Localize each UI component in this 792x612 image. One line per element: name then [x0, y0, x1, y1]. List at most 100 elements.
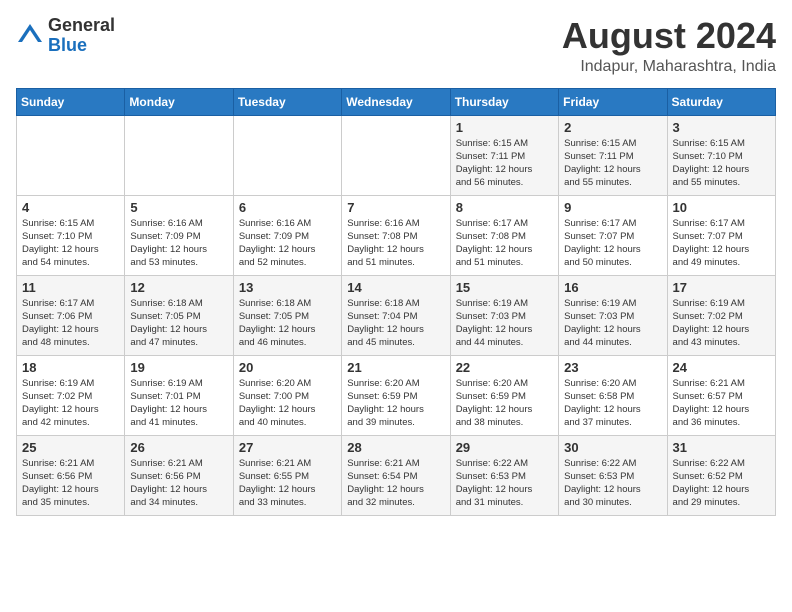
day-info: Sunrise: 6:17 AM Sunset: 7:08 PM Dayligh…: [456, 217, 553, 270]
day-info: Sunrise: 6:18 AM Sunset: 7:04 PM Dayligh…: [347, 297, 444, 350]
day-cell-11: 8Sunrise: 6:17 AM Sunset: 7:08 PM Daylig…: [450, 195, 558, 275]
logo: General Blue: [16, 16, 115, 56]
day-cell-23: 20 Sunrise: 6:20 AM Sunset: 7:00 PM Dayli…: [233, 355, 341, 435]
day-cell-22: 19 Sunrise: 6:19 AM Sunset: 7:01 PM Dayli…: [125, 355, 233, 435]
day-info: Sunrise: 6:19 AM Sunset: 7:03 PM Dayligh…: [456, 297, 553, 350]
day-cell-0: [17, 115, 125, 195]
day-info: Sunrise: 6:17 AM Sunset: 7:07 PM Dayligh…: [564, 217, 661, 270]
day-info: Sunrise: 6:19 AM Sunset: 7:03 PM Dayligh…: [564, 297, 661, 350]
day-info: Sunrise: 6:22 AM Sunset: 6:53 PM Dayligh…: [456, 457, 553, 510]
day-number: 11: [22, 280, 119, 295]
header-sunday: Sunday: [17, 88, 125, 115]
day-number: 17: [673, 280, 770, 295]
day-info: Sunrise: 6:19 AM Sunset: 7:01 PM Dayligh…: [130, 377, 227, 430]
day-info: Sunrise: 6:16 AM Sunset: 7:09 PM Dayligh…: [239, 217, 336, 270]
day-info: Sunrise: 6:15 AM Sunset: 7:10 PM Dayligh…: [22, 217, 119, 270]
day-number: 3: [673, 120, 770, 135]
day-info: Sunrise: 6:18 AM Sunset: 7:05 PM Dayligh…: [239, 297, 336, 350]
day-cell-8: 5 Sunrise: 6:16 AM Sunset: 7:09 PM Daylig…: [125, 195, 233, 275]
day-cell-14: 11 Sunrise: 6:17 AM Sunset: 7:06 PM Dayli…: [17, 275, 125, 355]
day-number: 1: [456, 120, 553, 135]
day-number: 13: [239, 280, 336, 295]
logo-text: General Blue: [48, 16, 115, 56]
day-cell-4: 1 Sunrise: 6:15 AM Sunset: 7:11 PM Daylig…: [450, 115, 558, 195]
day-number: 27: [239, 440, 336, 455]
logo-icon: [16, 22, 44, 50]
title-block: August 2024 Indapur, Maharashtra, India: [562, 16, 776, 76]
day-cell-24: 21Sunrise: 6:20 AM Sunset: 6:59 PM Dayli…: [342, 355, 450, 435]
day-number: 20: [239, 360, 336, 375]
day-number: 18: [22, 360, 119, 375]
week-row-5: 25Sunrise: 6:21 AM Sunset: 6:56 PM Dayli…: [17, 435, 776, 515]
day-info: Sunrise: 6:21 AM Sunset: 6:57 PM Dayligh…: [673, 377, 770, 430]
day-number: 23: [564, 360, 661, 375]
day-info: Sunrise: 6:20 AM Sunset: 6:58 PM Dayligh…: [564, 377, 661, 430]
day-info: Sunrise: 6:20 AM Sunset: 6:59 PM Dayligh…: [456, 377, 553, 430]
header-row: SundayMondayTuesdayWednesdayThursdayFrid…: [17, 88, 776, 115]
calendar-body: 1 Sunrise: 6:15 AM Sunset: 7:11 PM Daylig…: [17, 115, 776, 515]
day-cell-10: 7Sunrise: 6:16 AM Sunset: 7:08 PM Daylig…: [342, 195, 450, 275]
day-cell-32: 29 Sunrise: 6:22 AM Sunset: 6:53 PM Dayli…: [450, 435, 558, 515]
day-cell-33: 30Sunrise: 6:22 AM Sunset: 6:53 PM Dayli…: [559, 435, 667, 515]
day-number: 16: [564, 280, 661, 295]
day-info: Sunrise: 6:21 AM Sunset: 6:56 PM Dayligh…: [130, 457, 227, 510]
header-wednesday: Wednesday: [342, 88, 450, 115]
logo-general-text: General: [48, 15, 115, 35]
day-number: 28: [347, 440, 444, 455]
day-cell-29: 26 Sunrise: 6:21 AM Sunset: 6:56 PM Dayli…: [125, 435, 233, 515]
location-text: Indapur, Maharashtra, India: [562, 58, 776, 76]
week-row-4: 18 Sunrise: 6:19 AM Sunset: 7:02 PM Dayli…: [17, 355, 776, 435]
day-cell-28: 25Sunrise: 6:21 AM Sunset: 6:56 PM Dayli…: [17, 435, 125, 515]
day-cell-27: 24Sunrise: 6:21 AM Sunset: 6:57 PM Dayli…: [667, 355, 775, 435]
day-number: 9: [564, 200, 661, 215]
day-cell-3: [342, 115, 450, 195]
day-info: Sunrise: 6:17 AM Sunset: 7:06 PM Dayligh…: [22, 297, 119, 350]
day-cell-13: 10Sunrise: 6:17 AM Sunset: 7:07 PM Dayli…: [667, 195, 775, 275]
day-info: Sunrise: 6:16 AM Sunset: 7:08 PM Dayligh…: [347, 217, 444, 270]
calendar-table: SundayMondayTuesdayWednesdayThursdayFrid…: [16, 88, 776, 516]
calendar-header: SundayMondayTuesdayWednesdayThursdayFrid…: [17, 88, 776, 115]
day-cell-5: 2Sunrise: 6:15 AM Sunset: 7:11 PM Daylig…: [559, 115, 667, 195]
day-cell-20: 17 Sunrise: 6:19 AM Sunset: 7:02 PM Dayli…: [667, 275, 775, 355]
day-info: Sunrise: 6:19 AM Sunset: 7:02 PM Dayligh…: [673, 297, 770, 350]
day-cell-17: 14 Sunrise: 6:18 AM Sunset: 7:04 PM Dayli…: [342, 275, 450, 355]
day-info: Sunrise: 6:18 AM Sunset: 7:05 PM Dayligh…: [130, 297, 227, 350]
day-cell-18: 15Sunrise: 6:19 AM Sunset: 7:03 PM Dayli…: [450, 275, 558, 355]
day-info: Sunrise: 6:21 AM Sunset: 6:54 PM Dayligh…: [347, 457, 444, 510]
day-number: 4: [22, 200, 119, 215]
day-number: 26: [130, 440, 227, 455]
page-header: General Blue August 2024 Indapur, Mahara…: [16, 16, 776, 76]
day-info: Sunrise: 6:19 AM Sunset: 7:02 PM Dayligh…: [22, 377, 119, 430]
day-cell-2: [233, 115, 341, 195]
day-cell-25: 22Sunrise: 6:20 AM Sunset: 6:59 PM Dayli…: [450, 355, 558, 435]
day-number: 21: [347, 360, 444, 375]
header-friday: Friday: [559, 88, 667, 115]
day-cell-16: 13 Sunrise: 6:18 AM Sunset: 7:05 PM Dayli…: [233, 275, 341, 355]
day-info: Sunrise: 6:21 AM Sunset: 6:55 PM Dayligh…: [239, 457, 336, 510]
day-cell-19: 16 Sunrise: 6:19 AM Sunset: 7:03 PM Dayli…: [559, 275, 667, 355]
day-cell-21: 18 Sunrise: 6:19 AM Sunset: 7:02 PM Dayli…: [17, 355, 125, 435]
week-row-2: 4 Sunrise: 6:15 AM Sunset: 7:10 PM Daylig…: [17, 195, 776, 275]
day-info: Sunrise: 6:15 AM Sunset: 7:11 PM Dayligh…: [564, 137, 661, 190]
day-number: 6: [239, 200, 336, 215]
day-cell-15: 12 Sunrise: 6:18 AM Sunset: 7:05 PM Dayli…: [125, 275, 233, 355]
day-number: 19: [130, 360, 227, 375]
day-cell-7: 4 Sunrise: 6:15 AM Sunset: 7:10 PM Daylig…: [17, 195, 125, 275]
day-cell-9: 6 Sunrise: 6:16 AM Sunset: 7:09 PM Daylig…: [233, 195, 341, 275]
week-row-3: 11 Sunrise: 6:17 AM Sunset: 7:06 PM Dayli…: [17, 275, 776, 355]
day-number: 30: [564, 440, 661, 455]
header-monday: Monday: [125, 88, 233, 115]
day-number: 31: [673, 440, 770, 455]
day-info: Sunrise: 6:15 AM Sunset: 7:10 PM Dayligh…: [673, 137, 770, 190]
day-number: 29: [456, 440, 553, 455]
day-number: 12: [130, 280, 227, 295]
day-info: Sunrise: 6:22 AM Sunset: 6:52 PM Dayligh…: [673, 457, 770, 510]
day-number: 5: [130, 200, 227, 215]
week-row-1: 1 Sunrise: 6:15 AM Sunset: 7:11 PM Daylig…: [17, 115, 776, 195]
day-info: Sunrise: 6:15 AM Sunset: 7:11 PM Dayligh…: [456, 137, 553, 190]
day-info: Sunrise: 6:20 AM Sunset: 7:00 PM Dayligh…: [239, 377, 336, 430]
day-info: Sunrise: 6:16 AM Sunset: 7:09 PM Dayligh…: [130, 217, 227, 270]
day-number: 14: [347, 280, 444, 295]
day-cell-6: 3 Sunrise: 6:15 AM Sunset: 7:10 PM Daylig…: [667, 115, 775, 195]
header-tuesday: Tuesday: [233, 88, 341, 115]
